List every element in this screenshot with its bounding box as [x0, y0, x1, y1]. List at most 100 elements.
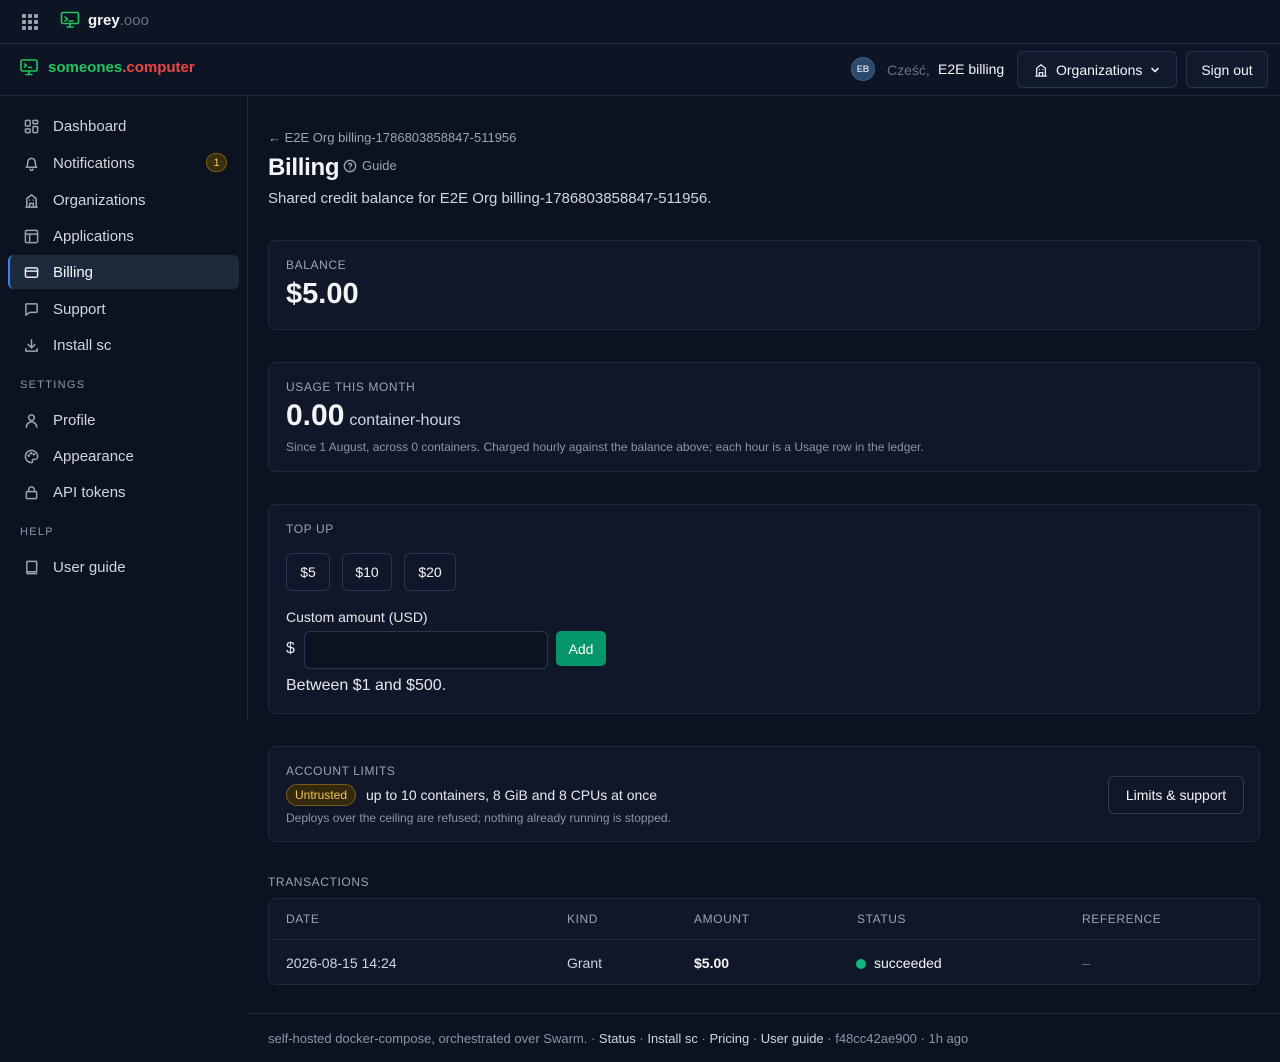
transaction-reference: –	[1082, 955, 1090, 971]
grey-brand-tld: .ooo	[119, 11, 149, 29]
sidebar-item-label: API tokens	[53, 483, 126, 501]
balance-amount: $5.00	[286, 278, 359, 310]
balance-card: BALANCE $5.00	[268, 240, 1260, 330]
top-up-label: TOP UP	[286, 522, 334, 536]
grey-logo[interactable]: grey.ooo	[60, 11, 149, 29]
column-header-date[interactable]: DATE	[286, 912, 320, 926]
top-strip: grey.ooo	[0, 0, 1280, 44]
transaction-status: succeeded	[874, 955, 942, 971]
grey-brand-name: grey	[88, 11, 120, 29]
chevron-down-icon	[1151, 67, 1160, 72]
settings-section-heading: SETTINGS	[20, 379, 86, 391]
brand-logo[interactable]: someones.computer	[20, 59, 195, 76]
custom-amount-input[interactable]	[304, 631, 548, 669]
usage-number: 0.00	[286, 399, 345, 432]
footer-line: self-hosted docker-compose, orchestrated…	[268, 1031, 968, 1046]
footer-separator: ·	[823, 1031, 836, 1046]
column-header-reference[interactable]: REFERENCE	[1082, 912, 1161, 926]
message-icon	[25, 302, 38, 316]
top-up-5-button[interactable]: $5	[286, 553, 330, 591]
transactions-heading: TRANSACTIONS	[268, 875, 370, 889]
footer-separator: ·	[916, 1031, 929, 1046]
limits-support-button[interactable]: Limits & support	[1108, 776, 1244, 814]
footer-link-status[interactable]: Status	[599, 1031, 636, 1046]
lock-icon	[25, 485, 38, 499]
organizations-dropdown-button[interactable]: Organizations	[1017, 51, 1177, 88]
table-row: 2026-08-15 14:24 Grant $5.00 succeeded –	[269, 940, 1259, 985]
footer-link-pricing[interactable]: Pricing	[709, 1031, 749, 1046]
download-icon	[25, 338, 38, 352]
sidebar-item-label: Dashboard	[53, 117, 127, 135]
app-header: someones.computer EB Cześć, E2E billing …	[0, 44, 1280, 96]
sidebar-item-support[interactable]: Support	[8, 292, 239, 326]
sidebar-item-profile[interactable]: Profile	[8, 403, 239, 437]
sidebar: Dashboard Notifications 1 Organizations …	[0, 96, 248, 720]
avatar[interactable]: EB	[851, 57, 875, 81]
top-up-card: TOP UP $5 $10 $20 Custom amount (USD) $ …	[268, 504, 1260, 714]
bell-icon	[25, 157, 38, 171]
account-limits-card: ACCOUNT LIMITS Untrusted up to 10 contai…	[268, 746, 1260, 842]
user-icon	[25, 413, 38, 428]
user-name: E2E billing	[938, 61, 1005, 77]
monitor-icon	[60, 11, 80, 28]
sidebar-item-install-sc[interactable]: Install sc	[8, 328, 239, 362]
sidebar-item-billing[interactable]: Billing	[8, 255, 239, 289]
custom-amount-label: Custom amount (USD)	[286, 609, 428, 625]
sidebar-item-organizations[interactable]: Organizations	[8, 183, 239, 217]
footer-link-user-guide[interactable]: User guide	[761, 1031, 824, 1046]
top-up-20-button[interactable]: $20	[404, 553, 456, 591]
notifications-count-badge: 1	[206, 153, 227, 172]
sidebar-item-label: Install sc	[53, 336, 112, 354]
top-up-10-button[interactable]: $10	[342, 553, 392, 591]
credit-card-icon	[24, 266, 39, 278]
sidebar-item-label: Appearance	[53, 447, 134, 465]
sidebar-item-appearance[interactable]: Appearance	[8, 439, 239, 473]
sidebar-item-api-tokens[interactable]: API tokens	[8, 475, 239, 509]
footer-separator: ·	[749, 1031, 761, 1046]
apps-grid-icon[interactable]	[22, 14, 38, 30]
usage-card: USAGE THIS MONTH 0.00 container-hours Si…	[268, 362, 1260, 472]
transaction-date: 2026-08-15 14:24	[286, 955, 397, 971]
status-dot-icon	[856, 959, 866, 969]
sidebar-item-dashboard[interactable]: Dashboard	[8, 109, 239, 143]
brand-part1: someones	[48, 59, 123, 76]
table-header-row: DATE KIND AMOUNT STATUS REFERENCE	[269, 899, 1259, 940]
usage-label: USAGE THIS MONTH	[286, 380, 416, 394]
add-button[interactable]: Add	[556, 631, 606, 666]
transactions-table: DATE KIND AMOUNT STATUS REFERENCE 2026-0…	[268, 898, 1260, 985]
sidebar-item-label: Support	[53, 300, 106, 318]
page-subtitle: Shared credit balance for E2E Org billin…	[268, 190, 712, 207]
sign-out-button[interactable]: Sign out	[1186, 51, 1268, 88]
usage-note: Since 1 August, across 0 containers. Cha…	[286, 440, 924, 454]
building-icon	[25, 193, 38, 208]
footer-commit: f48cc42ae900	[835, 1031, 917, 1046]
footer-description: self-hosted docker-compose, orchestrated…	[268, 1031, 588, 1046]
footer-separator: ·	[635, 1031, 648, 1046]
organizations-label: Organizations	[1056, 61, 1143, 78]
column-header-kind[interactable]: KIND	[567, 912, 598, 926]
trust-status-badge: Untrusted	[286, 784, 357, 806]
guide-label: Guide	[362, 158, 397, 173]
sidebar-item-notifications[interactable]: Notifications 1	[8, 146, 239, 180]
sidebar-item-label: Billing	[53, 263, 94, 281]
terminal-monitor-icon	[20, 59, 38, 76]
account-limits-label: ACCOUNT LIMITS	[286, 764, 396, 778]
limits-note: Deploys over the ceiling are refused; no…	[286, 811, 671, 825]
guide-link[interactable]: Guide	[343, 158, 397, 173]
footer-link-install-sc[interactable]: Install sc	[647, 1031, 698, 1046]
sidebar-item-label: User guide	[53, 558, 126, 576]
layout-icon	[24, 229, 39, 243]
greeting: Cześć,	[887, 62, 930, 78]
back-to-organization-link[interactable]: ← E2E Org billing-1786803858847-511956	[268, 130, 516, 145]
sidebar-item-label: Profile	[53, 411, 96, 429]
footer-separator: ·	[697, 1031, 710, 1046]
currency-symbol: $	[286, 640, 295, 657]
building-icon	[1035, 63, 1047, 77]
usage-value: 0.00 container-hours	[286, 399, 461, 433]
footer-age: 1h ago	[928, 1031, 969, 1046]
column-header-amount[interactable]: AMOUNT	[694, 912, 750, 926]
sidebar-item-applications[interactable]: Applications	[8, 219, 239, 253]
sidebar-item-user-guide[interactable]: User guide	[8, 550, 239, 584]
help-section-heading: HELP	[20, 526, 54, 538]
column-header-status[interactable]: STATUS	[857, 912, 906, 926]
